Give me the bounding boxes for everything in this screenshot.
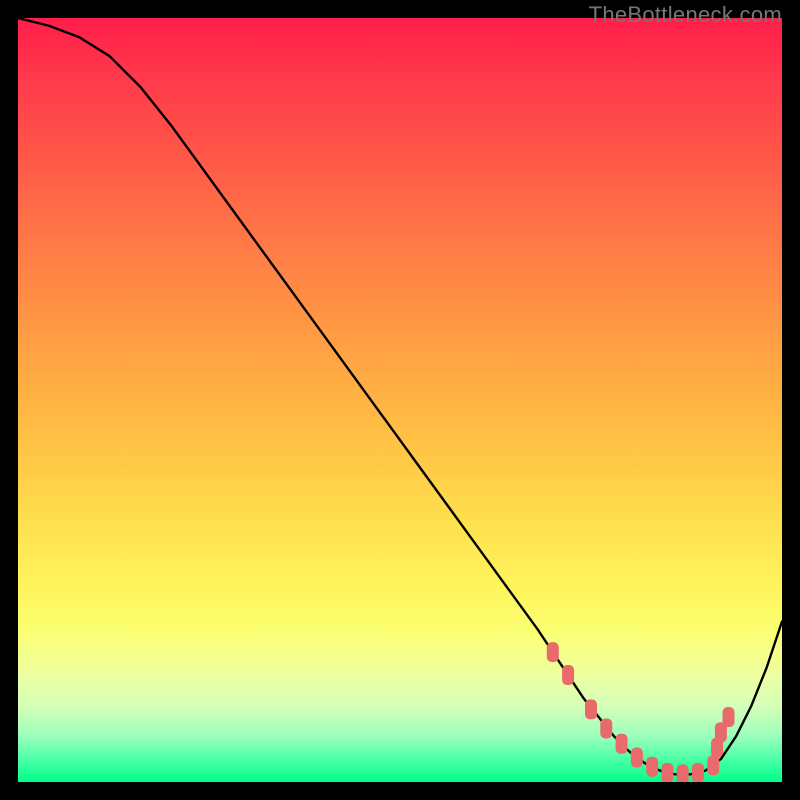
marker-dot — [692, 763, 704, 782]
watermark-text: TheBottleneck.com — [589, 2, 782, 28]
marker-dot — [631, 748, 643, 768]
chart-frame: TheBottleneck.com — [0, 0, 800, 800]
plot-area — [18, 18, 782, 782]
marker-dot — [707, 755, 719, 775]
marker-dot — [585, 699, 597, 719]
marker-dot — [600, 719, 612, 739]
marker-dot — [661, 763, 673, 782]
bottleneck-curve-line — [18, 18, 782, 774]
marker-dot — [562, 665, 574, 685]
marker-dot — [646, 757, 658, 777]
chart-overlay — [18, 18, 782, 782]
marker-dot — [677, 764, 689, 782]
marker-dot — [547, 642, 559, 662]
marker-dot — [723, 707, 735, 727]
marker-dot — [616, 734, 628, 754]
optimal-range-markers — [547, 642, 735, 782]
